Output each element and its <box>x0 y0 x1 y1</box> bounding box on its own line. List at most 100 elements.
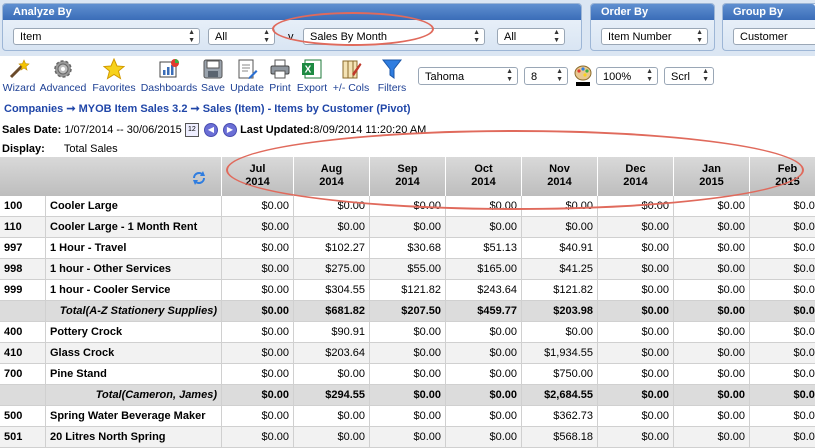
value-cell[interactable]: $0.00 <box>598 196 674 216</box>
value-cell[interactable]: $1,934.55 <box>522 343 598 363</box>
favorites-button[interactable]: Favorites <box>90 57 138 94</box>
value-cell[interactable]: $0.00 <box>598 259 674 279</box>
month-column-header[interactable]: Feb 2015 <box>750 157 815 196</box>
value-cell[interactable]: $294.55 <box>294 385 370 405</box>
value-cell[interactable]: $0.00 <box>750 427 815 447</box>
value-cell[interactable]: $0.00 <box>598 343 674 363</box>
value-cell[interactable]: $0.00 <box>222 301 294 321</box>
value-cell[interactable]: $243.64 <box>446 280 522 300</box>
previous-period-icon[interactable]: ◀ <box>203 123 218 137</box>
refresh-icon[interactable] <box>191 170 207 190</box>
value-cell[interactable]: $51.13 <box>446 238 522 258</box>
scroll-select[interactable]: Scrl ▲ ▼ <box>664 67 714 85</box>
month-column-header[interactable]: Aug 2014 <box>294 157 370 196</box>
value-cell[interactable]: $459.77 <box>446 301 522 321</box>
value-cell[interactable]: $0.00 <box>674 238 750 258</box>
value-cell[interactable]: $304.55 <box>294 280 370 300</box>
value-cell[interactable]: $0.00 <box>370 217 446 237</box>
value-cell[interactable]: $41.25 <box>522 259 598 279</box>
value-cell[interactable]: $0.00 <box>222 385 294 405</box>
value-cell[interactable]: $0.00 <box>446 217 522 237</box>
value-cell[interactable]: $0.00 <box>370 322 446 342</box>
value-cell[interactable]: $362.73 <box>522 406 598 426</box>
filters-button[interactable]: Filters <box>374 58 410 94</box>
value-cell[interactable]: $0.00 <box>674 427 750 447</box>
month-column-header[interactable]: Dec 2014 <box>598 157 674 196</box>
value-cell[interactable]: $0.00 <box>522 322 598 342</box>
value-cell[interactable]: $0.00 <box>598 364 674 384</box>
value-cell[interactable]: $0.00 <box>222 259 294 279</box>
value-cell[interactable]: $0.00 <box>446 364 522 384</box>
month-column-header[interactable]: Jan 2015 <box>674 157 750 196</box>
print-button[interactable]: Print <box>266 58 294 94</box>
font-size-select[interactable]: 8 ▲ ▼ <box>524 67 568 85</box>
value-cell[interactable]: $0.00 <box>674 217 750 237</box>
value-cell[interactable]: $0.00 <box>750 238 815 258</box>
value-cell[interactable]: $121.82 <box>370 280 446 300</box>
value-cell[interactable]: $0.00 <box>598 427 674 447</box>
value-cell[interactable]: $0.00 <box>370 406 446 426</box>
value-cell[interactable]: $0.00 <box>674 259 750 279</box>
value-cell[interactable]: $0.00 <box>522 196 598 216</box>
value-cell[interactable]: $0.00 <box>370 364 446 384</box>
analyze-field2-filter-select[interactable]: All ▲ ▼ <box>497 28 565 45</box>
value-cell[interactable]: $0.00 <box>222 322 294 342</box>
value-cell[interactable]: $0.00 <box>750 301 815 321</box>
value-cell[interactable]: $275.00 <box>294 259 370 279</box>
value-cell[interactable]: $0.00 <box>446 406 522 426</box>
value-cell[interactable]: $0.00 <box>370 385 446 405</box>
value-cell[interactable]: $0.00 <box>750 217 815 237</box>
month-column-header[interactable]: Oct 2014 <box>446 157 522 196</box>
save-button[interactable]: Save <box>199 58 227 94</box>
order-by-select[interactable]: Item Number ▲ ▼ <box>601 28 708 45</box>
value-cell[interactable]: $0.00 <box>674 406 750 426</box>
value-cell[interactable]: $0.00 <box>674 385 750 405</box>
value-cell[interactable]: $0.00 <box>750 406 815 426</box>
update-button[interactable]: Update <box>228 58 266 94</box>
value-cell[interactable]: $40.91 <box>522 238 598 258</box>
value-cell[interactable]: $0.00 <box>598 406 674 426</box>
value-cell[interactable]: $0.00 <box>222 406 294 426</box>
zoom-select[interactable]: 100% ▲ ▼ <box>596 67 658 85</box>
value-cell[interactable]: $0.00 <box>222 280 294 300</box>
analyze-field2-select[interactable]: Sales By Month ▲ ▼ <box>303 28 485 45</box>
value-cell[interactable]: $0.00 <box>222 196 294 216</box>
value-cell[interactable]: $0.00 <box>222 238 294 258</box>
value-cell[interactable]: $0.00 <box>598 301 674 321</box>
value-cell[interactable]: $0.00 <box>370 427 446 447</box>
value-cell[interactable]: $0.00 <box>750 343 815 363</box>
value-cell[interactable]: $0.00 <box>598 238 674 258</box>
value-cell[interactable]: $0.00 <box>674 364 750 384</box>
value-cell[interactable]: $0.00 <box>370 196 446 216</box>
value-cell[interactable]: $0.00 <box>294 406 370 426</box>
value-cell[interactable]: $102.27 <box>294 238 370 258</box>
value-cell[interactable]: $0.00 <box>370 343 446 363</box>
breadcrumb[interactable]: Companies ➞ MYOB Item Sales 3.2 ➞ Sales … <box>4 102 411 115</box>
value-cell[interactable]: $55.00 <box>370 259 446 279</box>
value-cell[interactable]: $0.00 <box>674 322 750 342</box>
value-cell[interactable]: $0.00 <box>674 196 750 216</box>
calendar-icon[interactable]: 12 <box>184 123 199 137</box>
value-cell[interactable]: $0.00 <box>294 364 370 384</box>
font-select[interactable]: Tahoma ▲ ▼ <box>418 67 518 85</box>
next-period-icon[interactable]: ▶ <box>223 123 237 137</box>
cols-button[interactable]: +/- Cols <box>330 58 372 94</box>
month-column-header[interactable]: Jul 2014 <box>222 157 294 196</box>
wizard-button[interactable]: Wizard <box>2 58 36 94</box>
value-cell[interactable]: $2,684.55 <box>522 385 598 405</box>
value-cell[interactable]: $0.00 <box>598 280 674 300</box>
value-cell[interactable]: $90.91 <box>294 322 370 342</box>
value-cell[interactable]: $0.00 <box>750 280 815 300</box>
value-cell[interactable]: $0.00 <box>598 322 674 342</box>
value-cell[interactable]: $0.00 <box>446 196 522 216</box>
value-cell[interactable]: $0.00 <box>598 217 674 237</box>
value-cell[interactable]: $0.00 <box>446 427 522 447</box>
value-cell[interactable]: $0.00 <box>294 196 370 216</box>
advanced-button[interactable]: Advanced <box>38 58 88 94</box>
analyze-field1-filter-select[interactable]: All ▲ ▼ <box>208 28 275 45</box>
dashboards-button[interactable]: Dashboards <box>140 58 198 94</box>
group-by-select[interactable]: Customer <box>733 28 815 45</box>
export-button[interactable]: X Export <box>295 58 329 94</box>
value-cell[interactable]: $0.00 <box>750 259 815 279</box>
value-cell[interactable]: $0.00 <box>446 343 522 363</box>
